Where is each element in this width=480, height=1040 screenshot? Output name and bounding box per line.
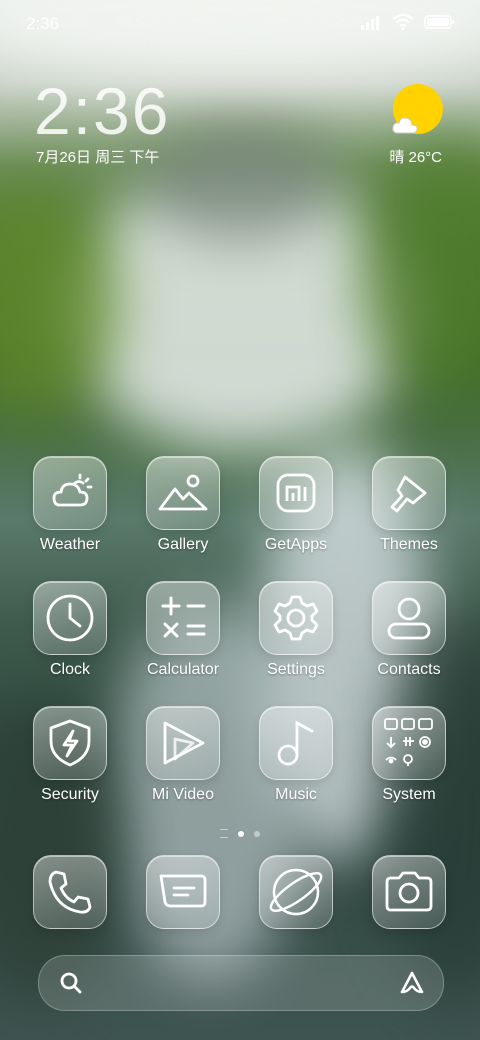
signal-icon [361,16,379,30]
dock-browser[interactable] [241,855,351,929]
app-label: GetApps [264,536,328,553]
getapps-icon[interactable] [259,456,333,530]
app-label: Music [275,786,317,803]
folder-grid-icon[interactable] [372,706,446,780]
themes-brush-icon[interactable] [372,456,446,530]
app-security[interactable]: Security [15,706,125,804]
app-label: Weather [39,536,101,553]
app-themes[interactable]: Themes [354,456,464,554]
clock-icon[interactable] [33,581,107,655]
page-dot[interactable] [254,830,260,837]
cloud-icon [392,117,418,134]
app-system-folder[interactable]: System [354,706,464,804]
app-music[interactable]: Music [241,706,351,804]
page-menu-dot[interactable] [220,829,228,838]
dock-messages[interactable] [128,855,238,929]
status-time: 2:36 [26,14,60,33]
weather-text: 晴 26°C [389,149,442,166]
app-mi-video[interactable]: Mi Video [128,706,238,804]
page-dot-active[interactable] [238,830,244,837]
search-bar[interactable] [38,955,444,1011]
app-label: Themes [380,536,438,553]
wifi-icon [392,14,414,30]
weather-icon[interactable] [33,456,107,530]
app-weather[interactable]: Weather [15,456,125,554]
app-label: Contacts [377,661,441,678]
gallery-icon[interactable] [146,456,220,530]
phone-icon[interactable] [33,855,107,929]
app-calculator[interactable]: Calculator [128,581,238,679]
message-icon[interactable] [146,855,220,929]
music-note-icon[interactable] [259,706,333,780]
person-icon[interactable] [372,581,446,655]
app-label: Mi Video [152,786,214,803]
play-icon[interactable] [146,706,220,780]
app-label: Settings [267,661,325,678]
app-label: Security [41,786,99,803]
app-label: Calculator [146,661,220,678]
app-label: Gallery [157,536,209,553]
widget-clock[interactable]: 2:36 [34,78,170,144]
shield-bolt-icon[interactable] [33,706,107,780]
gear-icon[interactable] [259,581,333,655]
dock-camera[interactable] [354,855,464,929]
app-getapps[interactable]: GetApps [241,456,351,554]
page-indicator[interactable] [0,829,480,838]
search-icon[interactable] [59,971,83,995]
planet-icon[interactable] [259,855,333,929]
widget-date: 7月26日 周三 下午 [36,149,160,166]
assistant-icon[interactable] [399,970,425,996]
dock-phone[interactable] [15,855,125,929]
calculator-icon[interactable] [146,581,220,655]
app-label: System [382,786,436,803]
app-clock[interactable]: Clock [15,581,125,679]
battery-icon [424,15,455,29]
app-gallery[interactable]: Gallery [128,456,238,554]
status-icons [360,14,456,30]
camera-icon[interactable] [372,855,446,929]
app-contacts[interactable]: Contacts [354,581,464,679]
app-label: Clock [49,661,90,678]
status-bar: 2:36 [0,0,480,48]
app-settings[interactable]: Settings [241,581,351,679]
